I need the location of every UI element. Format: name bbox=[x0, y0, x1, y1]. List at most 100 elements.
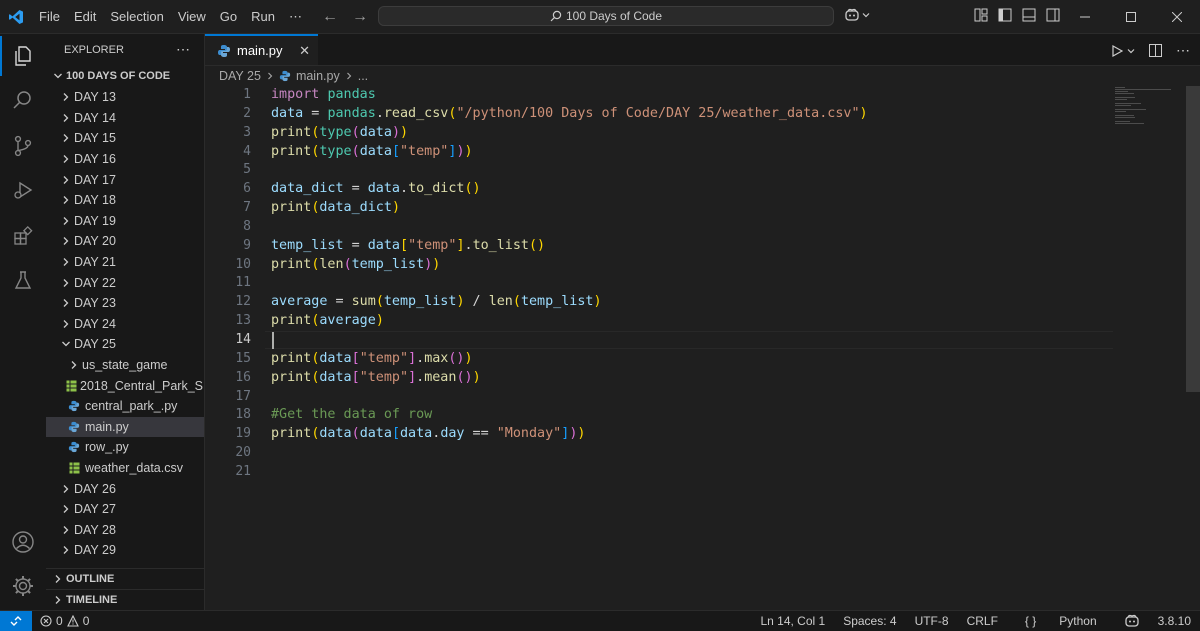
tree-folder[interactable]: DAY 23 bbox=[46, 293, 204, 314]
back-arrow-icon[interactable]: ← bbox=[322, 8, 338, 26]
problems-indicator[interactable]: 0 0 bbox=[40, 614, 89, 628]
minimap[interactable] bbox=[1115, 86, 1185, 126]
remote-indicator-icon[interactable] bbox=[0, 610, 32, 631]
more-actions-icon[interactable]: ⋯ bbox=[176, 41, 190, 58]
tree-folder[interactable]: DAY 24 bbox=[46, 314, 204, 335]
tree-folder[interactable]: DAY 16 bbox=[46, 149, 204, 170]
chevron-right-icon bbox=[58, 484, 74, 494]
breadcrumb-symbols[interactable]: ... bbox=[358, 69, 368, 83]
toggle-panel-icon[interactable] bbox=[1022, 8, 1036, 22]
breadcrumb-folder[interactable]: DAY 25 bbox=[219, 69, 261, 83]
forward-arrow-icon[interactable]: → bbox=[352, 8, 368, 26]
code-area[interactable]: import pandas data = pandas.read_csv("/py… bbox=[271, 86, 1111, 482]
tree-file[interactable]: 2018_Central_Park_S... bbox=[46, 375, 204, 396]
run-python-button[interactable] bbox=[1111, 44, 1135, 57]
tree-folder[interactable]: us_state_game bbox=[46, 355, 204, 376]
code-line[interactable]: data = pandas.read_csv("/python/100 Days… bbox=[271, 105, 1111, 124]
more-editor-actions-icon[interactable]: ⋯ bbox=[1176, 42, 1190, 59]
code-line[interactable]: print(type(data["temp"])) bbox=[271, 143, 1111, 162]
tree-file[interactable]: row_.py bbox=[46, 437, 204, 458]
menu-selection[interactable]: Selection bbox=[103, 0, 170, 33]
tree-folder[interactable]: DAY 15 bbox=[46, 128, 204, 149]
customize-layout-icon[interactable] bbox=[974, 8, 988, 22]
settings-gear-icon[interactable] bbox=[0, 566, 46, 606]
menu-edit[interactable]: Edit bbox=[67, 0, 103, 33]
testing-flask-icon[interactable] bbox=[0, 260, 46, 300]
code-line[interactable] bbox=[271, 274, 1111, 293]
copilot-status-icon[interactable] bbox=[1115, 614, 1149, 628]
code-line[interactable] bbox=[271, 331, 1111, 350]
search-view-icon[interactable] bbox=[0, 80, 46, 120]
split-editor-icon[interactable] bbox=[1149, 44, 1162, 57]
tree-folder[interactable]: DAY 22 bbox=[46, 272, 204, 293]
code-line[interactable]: #Get the data of row bbox=[271, 406, 1111, 425]
code-line[interactable]: print(data(data[data.day == "Monday"])) bbox=[271, 425, 1111, 444]
end-of-line[interactable]: CRLF bbox=[958, 614, 1007, 628]
code-line[interactable] bbox=[271, 463, 1111, 482]
code-line[interactable] bbox=[271, 444, 1111, 463]
code-line[interactable]: temp_list = data["temp"].to_list() bbox=[271, 237, 1111, 256]
menu-file[interactable]: File bbox=[32, 0, 67, 33]
code-editor[interactable]: 1 2 3 4 5 6 7 8 9 10 11 12 13 14 15 16 17 18 19 20 21 import… bbox=[205, 86, 1200, 610]
vertical-scrollbar[interactable] bbox=[1186, 86, 1200, 392]
command-center-search[interactable]: 100 Days of Code bbox=[378, 6, 834, 26]
menu-go[interactable]: Go bbox=[213, 0, 244, 33]
tree-folder[interactable]: DAY 26 bbox=[46, 478, 204, 499]
run-debug-icon[interactable] bbox=[0, 170, 46, 210]
menu-run[interactable]: Run bbox=[244, 0, 282, 33]
workspace-folder[interactable]: 100 DAYS OF CODE bbox=[46, 65, 204, 87]
toggle-primary-sidebar-icon[interactable] bbox=[998, 8, 1012, 22]
tree-folder[interactable]: DAY 17 bbox=[46, 169, 204, 190]
encoding[interactable]: UTF-8 bbox=[906, 614, 958, 628]
code-line[interactable]: print(data_dict) bbox=[271, 199, 1111, 218]
code-token: read_csv bbox=[383, 105, 449, 121]
accounts-icon[interactable] bbox=[0, 522, 46, 562]
breadcrumb-file[interactable]: main.py bbox=[296, 69, 340, 83]
menu-view[interactable]: View bbox=[171, 0, 213, 33]
tree-folder[interactable]: DAY 19 bbox=[46, 211, 204, 232]
language-mode[interactable]: { } Python bbox=[1007, 614, 1115, 628]
explorer-icon[interactable] bbox=[0, 36, 46, 76]
tree-folder[interactable]: DAY 28 bbox=[46, 519, 204, 540]
menu-more[interactable]: ⋯ bbox=[282, 0, 309, 33]
tree-folder[interactable]: DAY 29 bbox=[46, 540, 204, 561]
code-line[interactable] bbox=[271, 218, 1111, 237]
code-line[interactable]: print(average) bbox=[271, 312, 1111, 331]
code-line[interactable]: print(data["temp"].max()) bbox=[271, 350, 1111, 369]
code-line[interactable]: average = sum(temp_list) / len(temp_list… bbox=[271, 293, 1111, 312]
cursor-position[interactable]: Ln 14, Col 1 bbox=[751, 614, 834, 628]
outline-section[interactable]: OUTLINE bbox=[46, 568, 204, 589]
source-control-icon[interactable] bbox=[0, 126, 46, 166]
extensions-icon[interactable] bbox=[0, 216, 46, 256]
code-token: ( bbox=[512, 294, 521, 310]
maximize-icon[interactable] bbox=[1108, 0, 1154, 33]
tree-folder[interactable]: DAY 14 bbox=[46, 108, 204, 129]
timeline-section[interactable]: TIMELINE bbox=[46, 589, 204, 610]
code-line[interactable]: data_dict = data.to_dict() bbox=[271, 180, 1111, 199]
close-tab-icon[interactable]: ✕ bbox=[299, 43, 310, 59]
code-token: temp_list bbox=[271, 237, 344, 253]
tree-file[interactable]: main.py bbox=[46, 416, 204, 438]
code-line[interactable]: print(type(data)) bbox=[271, 124, 1111, 143]
code-line[interactable] bbox=[271, 388, 1111, 407]
indentation[interactable]: Spaces: 4 bbox=[834, 614, 905, 628]
code-line[interactable]: print(data["temp"].mean()) bbox=[271, 369, 1111, 388]
tree-folder[interactable]: DAY 20 bbox=[46, 231, 204, 252]
code-line[interactable]: print(len(temp_list)) bbox=[271, 256, 1111, 275]
code-token: ) bbox=[593, 294, 602, 310]
tree-folder[interactable]: DAY 13 bbox=[46, 87, 204, 108]
tree-file[interactable]: central_park_.py bbox=[46, 396, 204, 417]
tree-file[interactable]: weather_data.csv bbox=[46, 458, 204, 479]
tree-folder[interactable]: DAY 27 bbox=[46, 499, 204, 520]
tree-folder[interactable]: DAY 21 bbox=[46, 252, 204, 273]
close-window-icon[interactable] bbox=[1154, 0, 1200, 33]
minimize-icon[interactable] bbox=[1062, 0, 1108, 33]
toggle-secondary-sidebar-icon[interactable] bbox=[1046, 8, 1060, 22]
python-interpreter-version[interactable]: 3.8.10 bbox=[1149, 614, 1200, 628]
tree-folder[interactable]: DAY 18 bbox=[46, 190, 204, 211]
copilot-menu[interactable] bbox=[844, 8, 870, 22]
code-line[interactable] bbox=[271, 161, 1111, 180]
tab-main-py[interactable]: main.py ✕ bbox=[205, 34, 318, 65]
tree-folder[interactable]: DAY 25 bbox=[46, 334, 204, 355]
code-line[interactable]: import pandas bbox=[271, 86, 1111, 105]
